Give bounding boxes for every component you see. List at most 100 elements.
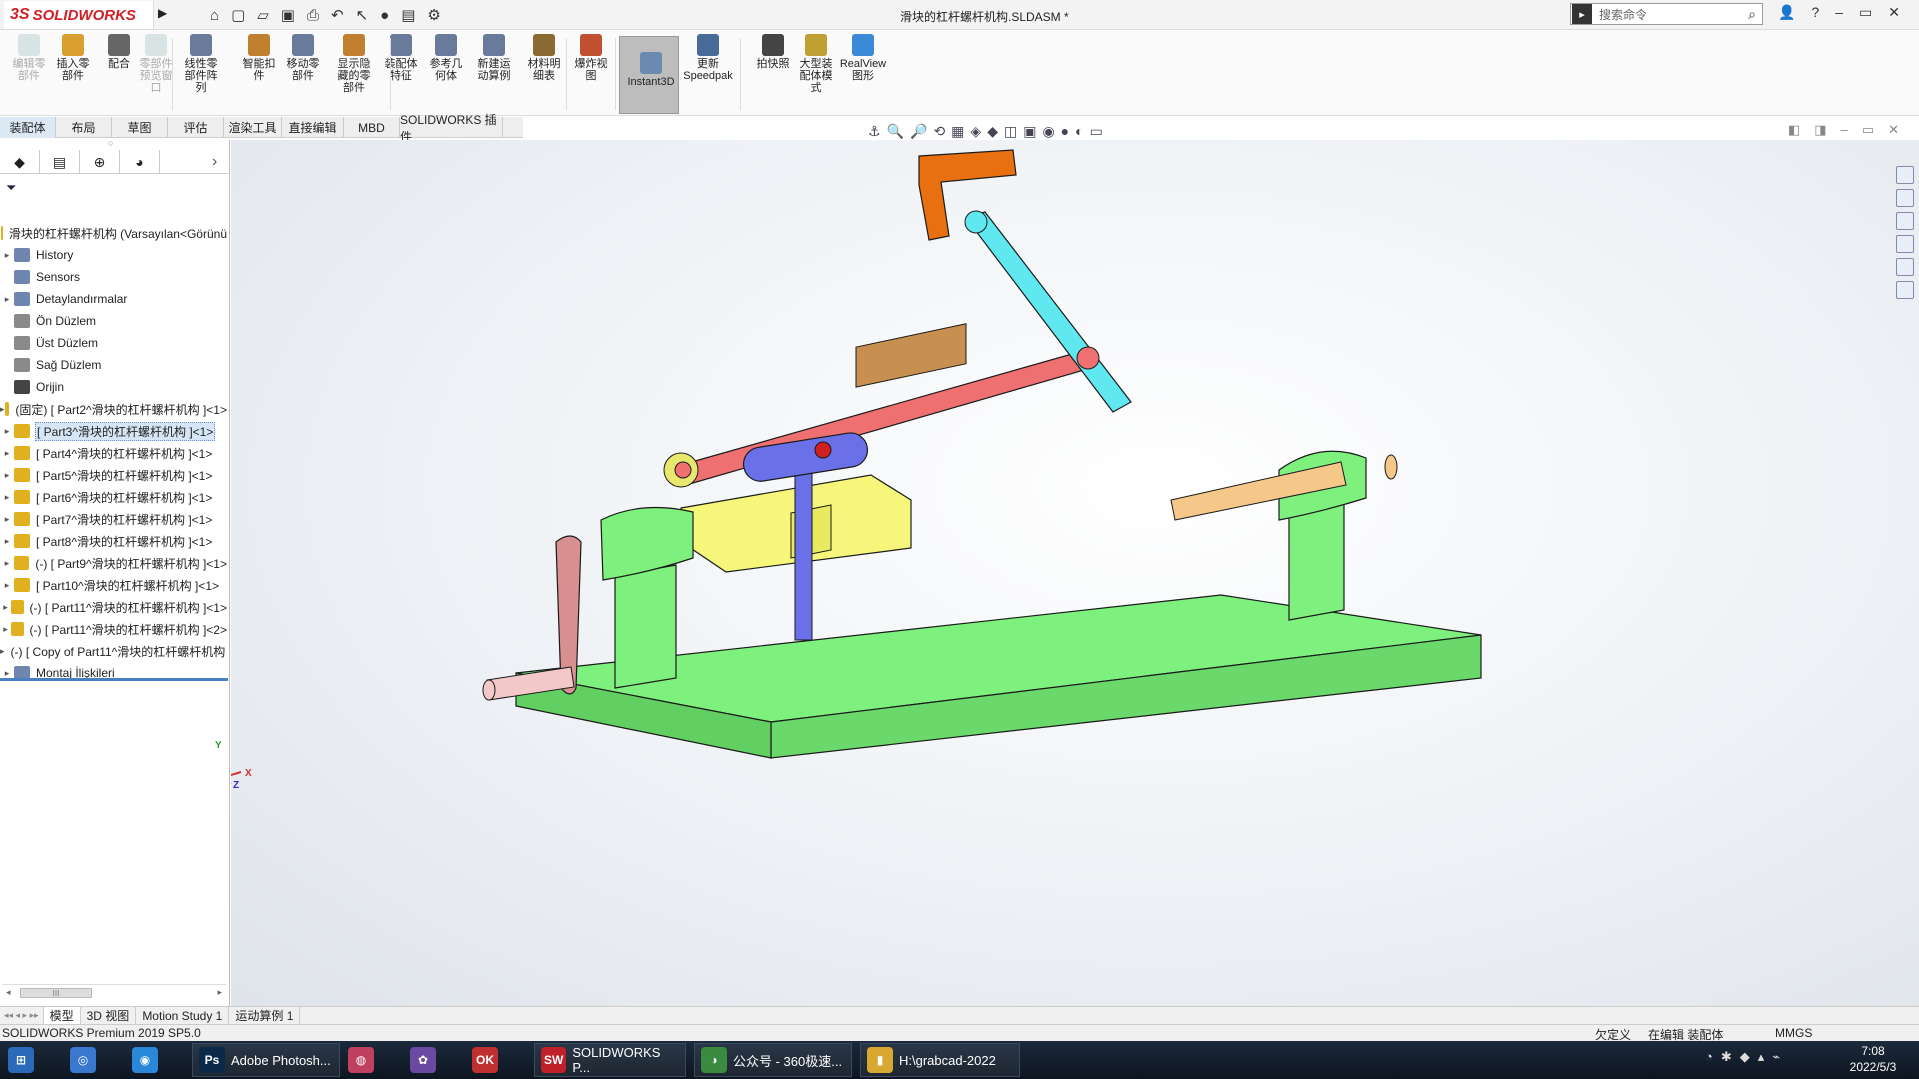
expand-arrow-icon[interactable]: ▸ <box>0 624 11 635</box>
menu-flyout-arrow-icon[interactable]: ▶ <box>158 6 167 20</box>
expand-arrow-icon[interactable]: ▸ <box>0 250 14 261</box>
command-button[interactable]: RealView图形 <box>840 34 886 82</box>
view-tool-icon[interactable]: ◆ <box>987 123 998 140</box>
quick-access-icon[interactable]: ⎙ <box>307 7 319 24</box>
view-tool-icon[interactable]: ◐ <box>1075 123 1083 139</box>
scroll-left-icon[interactable]: ◂ <box>6 987 11 998</box>
search-mode-icon[interactable]: ▸ <box>1572 4 1592 24</box>
command-button[interactable]: 装配体特征 <box>380 34 422 82</box>
tray-icon[interactable]: ⌁ <box>1772 1049 1780 1065</box>
taskbar-item[interactable]: OK <box>472 1043 520 1077</box>
tree-item[interactable]: ▸ (固定) [ Part2^滑块的杠杆螺杆机构 ]<1> <box>0 398 228 420</box>
custom-properties-pane-icon[interactable] <box>1896 281 1914 299</box>
panel-splitter-dot[interactable]: ○ <box>108 138 113 148</box>
tree-item[interactable]: Üst Düzlem <box>0 332 228 354</box>
command-button[interactable]: 智能扣件 <box>238 34 280 82</box>
expand-arrow-icon[interactable]: ▸ <box>0 536 14 547</box>
taskbar-item[interactable]: ✿ <box>410 1043 458 1077</box>
tree-item[interactable]: ▸ [ Part8^滑块的杠杆螺杆机构 ]<1> <box>0 530 228 552</box>
taskbar-item[interactable]: ◎ <box>70 1043 118 1077</box>
tree-item[interactable]: ▸ (-) [ Part9^滑块的杠杆螺杆机构 ]<1> <box>0 552 228 574</box>
view-palette-pane-icon[interactable] <box>1896 235 1914 253</box>
bottom-tab[interactable]: 3D 视图 <box>81 1006 137 1025</box>
taskbar-item[interactable]: SW SOLIDWORKS P... <box>534 1043 686 1077</box>
quick-access-icon[interactable]: ↶ <box>331 6 344 24</box>
view-tool-icon[interactable]: ▭ <box>1090 123 1103 140</box>
command-button[interactable]: 新建运动算例 <box>473 34 515 82</box>
command-button[interactable]: 编辑零部件 <box>8 34 50 82</box>
window-control-icon[interactable]: – <box>1841 122 1848 138</box>
ribbon-tab[interactable]: 评估 <box>168 117 224 138</box>
tree-item[interactable]: ▸ [ Part6^滑块的杠杆螺杆机构 ]<1> <box>0 486 228 508</box>
tree-item[interactable]: Ön Düzlem <box>0 310 228 332</box>
quick-access-icon[interactable]: ⌂ <box>210 7 219 24</box>
tree-item[interactable]: ▸ [ Part7^滑块的杠杆螺杆机构 ]<1> <box>0 508 228 530</box>
parts-pane-icon[interactable] <box>1896 189 1914 207</box>
tree-item[interactable]: ▸ (-) [ Part11^滑块的杠杆螺杆机构 ]<1> <box>0 596 228 618</box>
command-button[interactable]: 更新Speedpak <box>683 34 733 82</box>
taskbar-item[interactable]: ▮ H:\grabcad-2022 <box>860 1043 1020 1077</box>
scroll-thumb[interactable]: III <box>20 988 92 998</box>
command-button[interactable]: 线性零部件阵列 <box>180 34 222 94</box>
view-tool-icon[interactable]: ▣ <box>1023 123 1036 140</box>
window-control-icon[interactable]: ▭ <box>1862 122 1874 138</box>
expand-arrow-icon[interactable]: ▸ <box>0 294 14 305</box>
expand-arrow-icon[interactable]: ▸ <box>0 602 11 613</box>
taskbar-item[interactable]: ⊞ <box>8 1043 56 1077</box>
filter-icon[interactable]: ⏷ <box>6 180 16 196</box>
expand-arrow-icon[interactable]: ▸ <box>0 646 5 657</box>
panel-tab-icon[interactable]: ◆ <box>0 150 40 174</box>
command-button[interactable]: 配合 <box>98 34 140 70</box>
ribbon-tab[interactable]: 布局 <box>56 117 112 138</box>
clock[interactable]: 7:08 2022/5/3 <box>1833 1043 1913 1075</box>
scroll-right-icon[interactable]: ▸ <box>217 987 222 998</box>
tree-item[interactable]: ▸ [ Part5^滑块的杠杆螺杆机构 ]<1> <box>0 464 228 486</box>
panel-tab-icon[interactable]: ◕ <box>120 150 160 174</box>
command-button[interactable]: 爆炸视图 <box>570 34 612 82</box>
view-tool-icon[interactable]: ⚓ <box>868 123 881 140</box>
tree-item[interactable]: Sağ Düzlem <box>0 354 228 376</box>
ribbon-tab[interactable]: 装配体 <box>0 117 56 138</box>
tree-item[interactable]: Sensors <box>0 266 228 288</box>
ribbon-tab[interactable]: 直接编辑 <box>282 117 344 138</box>
solidworks-logo[interactable]: 3S SOLIDWORKS <box>4 1 154 29</box>
rollback-bar[interactable] <box>0 678 228 681</box>
command-button[interactable]: Instant3D <box>622 52 680 88</box>
view-tool-icon[interactable]: ⟲ <box>933 123 945 140</box>
quick-access-icon[interactable]: ▱ <box>257 6 269 24</box>
command-button[interactable]: 大型装配体模式 <box>795 34 837 94</box>
window-control-icon[interactable]: ◧ <box>1788 122 1800 138</box>
command-button[interactable]: 拍快照 <box>752 34 794 70</box>
bottom-tab[interactable]: 运动算例 1 <box>229 1006 301 1025</box>
expand-arrow-icon[interactable]: ▸ <box>0 426 14 437</box>
home-pane-icon[interactable] <box>1896 166 1914 184</box>
tree-item[interactable]: ▸ (-) [ Copy of Part11^滑块的杠杆螺杆机构 ] <box>0 640 228 662</box>
tree-item[interactable]: Orijin <box>0 376 228 398</box>
command-button[interactable]: 插入零部件 <box>52 34 94 82</box>
search-commands-box[interactable]: ▸ 搜索命令 ⌕ <box>1570 3 1763 25</box>
panel-expand-arrow[interactable]: › <box>212 153 217 171</box>
quick-access-icon[interactable]: ▣ <box>281 6 295 24</box>
tree-item[interactable]: ▸ [ Part10^滑块的杠杆螺杆机构 ]<1> <box>0 574 228 596</box>
view-tool-icon[interactable]: ◫ <box>1004 123 1017 140</box>
status-units[interactable]: MMGS <box>1775 1026 1812 1040</box>
assembly-model[interactable] <box>220 140 1919 1008</box>
tray-icon[interactable]: ◆ <box>1740 1049 1750 1065</box>
quick-access-icon[interactable]: ⚙ <box>427 6 440 24</box>
expand-arrow-icon[interactable]: ▸ <box>0 404 5 415</box>
window-control-icon[interactable]: ◨ <box>1814 122 1826 138</box>
user-icon[interactable]: 👤 <box>1778 4 1795 21</box>
ribbon-tab[interactable]: 渲染工具 <box>224 117 282 138</box>
appearance-pane-icon[interactable] <box>1896 258 1914 276</box>
quick-access-icon[interactable]: ▢ <box>231 6 245 24</box>
tree-item[interactable]: ▸ [ Part4^滑块的杠杆螺杆机构 ]<1> <box>0 442 228 464</box>
tray-icon[interactable]: ◔ <box>1705 1049 1713 1065</box>
taskbar-item[interactable]: Ps Adobe Photosh... <box>192 1043 340 1077</box>
tree-item[interactable]: 滑块的杠杆螺杆机构 (Varsayılan<Görünü <box>0 222 228 244</box>
view-tool-icon[interactable]: ▦ <box>951 123 964 140</box>
help-icon[interactable]: ? <box>1811 4 1819 21</box>
ribbon-tab[interactable]: 草图 <box>112 117 168 138</box>
search-input[interactable]: 搜索命令 <box>1599 6 1748 23</box>
quick-access-icon[interactable]: ▤ <box>401 6 415 24</box>
close-icon[interactable]: ✕ <box>1888 4 1900 21</box>
